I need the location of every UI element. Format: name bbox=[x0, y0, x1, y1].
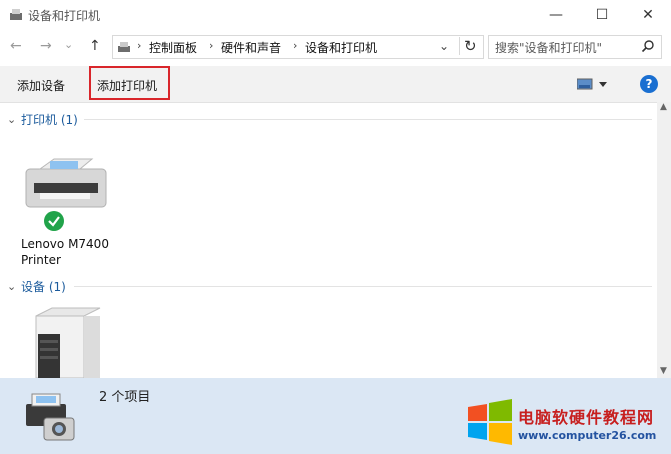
item-count: 2 个项目 bbox=[99, 390, 151, 405]
device-label[interactable]: Lenovo M7400 Printer bbox=[21, 236, 109, 268]
device-name-line1: Lenovo M7400 bbox=[21, 237, 109, 251]
device-name-line2: Printer bbox=[21, 253, 61, 267]
breadcrumb-hardware-sound[interactable]: 硬件和声音 bbox=[221, 39, 281, 56]
group-divider bbox=[74, 286, 652, 287]
add-device-button[interactable]: 添加设备 bbox=[17, 77, 65, 94]
watermark-title: 电脑软硬件教程网 bbox=[518, 408, 655, 427]
title-bar: 设备和打印机 — ☐ ✕ bbox=[0, 0, 671, 30]
window-title: 设备和打印机 bbox=[28, 9, 101, 23]
search-icon[interactable] bbox=[641, 39, 655, 53]
scroll-down-icon[interactable]: ▼ bbox=[660, 366, 667, 376]
default-printer-check-icon bbox=[44, 211, 64, 231]
breadcrumb-separator: › bbox=[293, 39, 298, 52]
group-header-printers[interactable]: 打印机 (1) bbox=[21, 111, 78, 128]
breadcrumb-control-panel[interactable]: 控制面板 bbox=[149, 39, 197, 56]
refresh-button[interactable]: ↻ bbox=[459, 37, 477, 55]
breadcrumb-devices-printers[interactable]: 设备和打印机 bbox=[305, 39, 377, 56]
scroll-up-icon[interactable]: ▲ bbox=[660, 102, 667, 112]
close-button[interactable]: ✕ bbox=[625, 0, 671, 30]
change-view-icon[interactable] bbox=[577, 78, 607, 90]
maximize-button[interactable]: ☐ bbox=[579, 0, 625, 30]
help-icon[interactable]: ? bbox=[640, 75, 658, 93]
breadcrumb-separator: › bbox=[137, 39, 142, 52]
vertical-scrollbar[interactable]: ▲ ▼ bbox=[657, 102, 671, 378]
devices-printers-icon bbox=[10, 9, 22, 20]
minimize-button[interactable]: — bbox=[533, 0, 579, 30]
back-button[interactable]: ← bbox=[10, 38, 22, 54]
forward-button[interactable]: → bbox=[40, 38, 52, 54]
status-bar: 2 个项目 电脑软硬件教程网 www.computer26.com bbox=[0, 378, 671, 454]
devices-status-icon bbox=[26, 393, 75, 441]
search-input[interactable]: 搜索"设备和打印机" bbox=[495, 39, 602, 56]
address-bar[interactable]: › 控制面板 › 硬件和声音 › 设备和打印机 ⌄ ↻ bbox=[112, 35, 484, 59]
group-header-devices[interactable]: 设备 (1) bbox=[21, 278, 66, 295]
recent-locations-chevron-icon[interactable]: ⌄ bbox=[64, 38, 73, 51]
group-divider bbox=[84, 119, 652, 120]
printer-icon[interactable] bbox=[20, 155, 110, 235]
search-box[interactable]: 搜索"设备和打印机" bbox=[488, 35, 662, 59]
collapse-chevron-icon[interactable]: ⌄ bbox=[7, 280, 16, 293]
windows-logo-icon bbox=[468, 399, 512, 445]
control-panel-icon bbox=[118, 42, 130, 52]
address-dropdown-icon[interactable]: ⌄ bbox=[439, 39, 449, 53]
watermark-url: www.computer26.com bbox=[518, 429, 657, 442]
computer-tower-icon[interactable] bbox=[32, 306, 104, 378]
highlight-box bbox=[89, 66, 170, 100]
collapse-chevron-icon[interactable]: ⌄ bbox=[7, 113, 16, 126]
breadcrumb-separator: › bbox=[209, 39, 214, 52]
up-button[interactable]: ↑ bbox=[89, 38, 101, 54]
